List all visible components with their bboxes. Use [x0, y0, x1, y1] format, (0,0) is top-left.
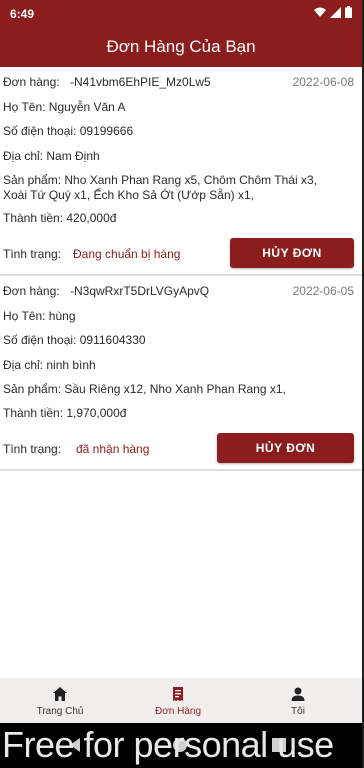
cancel-order-button[interactable]: HỦY ĐƠN [230, 238, 354, 268]
nav-label-profile: Tôi [291, 706, 305, 717]
nav-item-home[interactable]: Trang Chủ [0, 678, 120, 723]
status-time: 6:49 [10, 7, 35, 21]
order-status-value: Đang chuẩn bị hàng [73, 247, 181, 261]
customer-name: Họ Tên: Nguyễn Văn A [3, 100, 126, 114]
order-card: Đơn hàng: -N41vbm6EhPIE_Mz0Lw5 2022-06-0… [0, 67, 362, 276]
person-icon [291, 687, 305, 701]
customer-address: Địa chỉ: ninh bình [3, 358, 96, 372]
order-total: Thành tiền: 420,000đ [3, 211, 117, 225]
customer-name: Họ Tên: hùng [3, 309, 76, 323]
bottom-navigation: Trang Chủ Đơn Hàng Tôi [0, 678, 362, 723]
order-label: Đơn hàng: [3, 75, 60, 89]
customer-phone: Số điện thoại: 0911604330 [3, 333, 146, 347]
order-total: Thành tiền: 1,970,000đ [3, 406, 127, 420]
watermark: Free for personal use [2, 724, 334, 765]
customer-address: Địa chỉ: Nam Định [3, 149, 100, 163]
app-bar: Đơn Hàng Của Bạn [0, 26, 362, 67]
order-products: Sản phẩm: Sầu Riêng x12, Nho Xanh Phan R… [3, 382, 286, 396]
order-card: Đơn hàng: -N3qwRxrT5DrLVGyApvQ 2022-06-0… [0, 277, 362, 471]
screen: 6:49 Đơn Hàng Của Bạn Đơn hàng: -N41vbm6… [0, 0, 362, 768]
nav-label-home: Trang Chủ [36, 706, 84, 717]
nav-label-orders: Đơn Hàng [154, 706, 202, 717]
order-date: 2022-06-08 [292, 75, 354, 89]
order-id: -N3qwRxrT5DrLVGyApvQ [70, 284, 210, 298]
order-label: Đơn hàng: [3, 284, 60, 298]
battery-icon [345, 6, 352, 18]
customer-phone: Số điện thoại: 09199666 [3, 124, 134, 138]
order-id: -N41vbm6EhPIE_Mz0Lw5 [70, 75, 211, 89]
cancel-order-button[interactable]: HỦY ĐƠN [217, 433, 354, 463]
order-status-label: Tình trạng: [3, 247, 62, 261]
wifi-icon [314, 7, 326, 17]
order-status-label: Tình trạng: [3, 442, 62, 456]
order-products: Sản phẩm: Nho Xanh Phan Rang x5, Chôm Ch… [3, 173, 317, 202]
order-status-value: đã nhận hàng [76, 442, 150, 456]
status-icons [314, 6, 352, 18]
receipt-icon [173, 687, 183, 701]
status-bar: 6:49 [0, 0, 362, 26]
home-icon [53, 687, 67, 701]
signal-icon [330, 6, 341, 18]
order-date: 2022-06-05 [292, 284, 354, 298]
nav-item-profile[interactable]: Tôi [238, 678, 358, 723]
nav-item-orders[interactable]: Đơn Hàng [118, 678, 238, 723]
page-title: Đơn Hàng Của Bạn [106, 37, 256, 56]
